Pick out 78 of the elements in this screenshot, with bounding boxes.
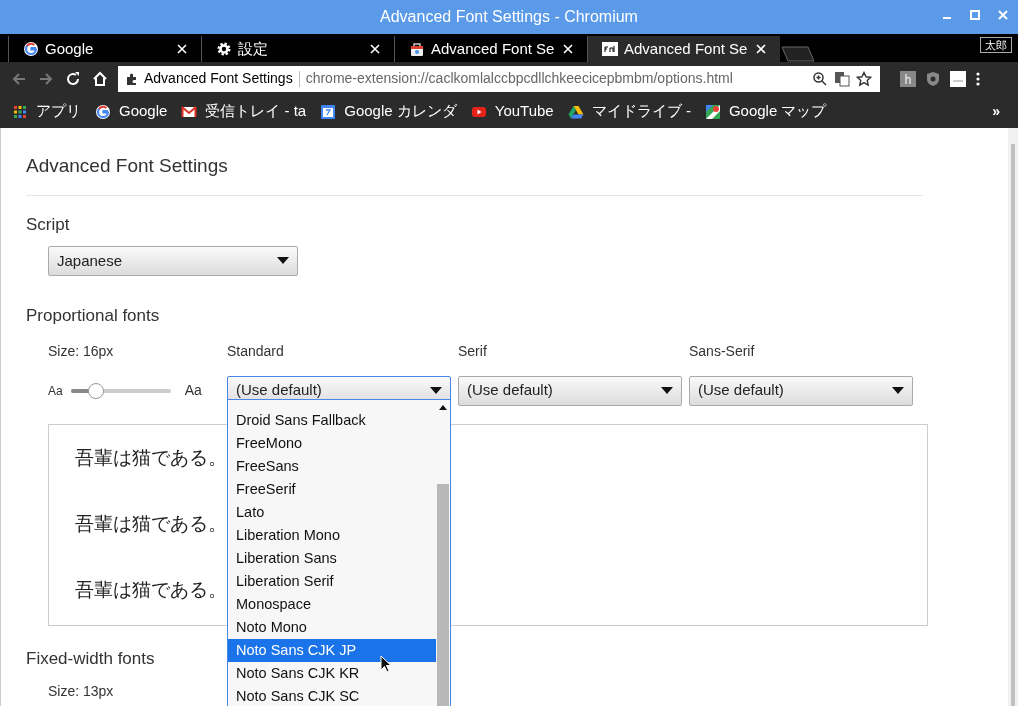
size-label: Size: 13px: [48, 682, 114, 701]
profile-badge[interactable]: 太郎: [980, 37, 1012, 53]
address-bar[interactable]: Advanced Font Settings chrome-extension://caclkomlalccbpcdllchkeecicepbmbm/options.html: [118, 65, 880, 92]
dropdown-option[interactable]: Liberation Mono: [228, 524, 436, 547]
section-heading: Proportional fonts: [26, 305, 160, 327]
shield-icon[interactable]: [925, 70, 941, 87]
more-bookmarks-button[interactable]: »: [992, 101, 1000, 122]
dropdown-option[interactable]: Liberation Sans: [228, 547, 436, 570]
bookmark-link[interactable]: Google: [95, 100, 168, 123]
puzzle-piece-icon: [126, 72, 138, 85]
preview-text: 吾輩は猫である。: [75, 446, 227, 469]
gear-icon: [216, 41, 232, 57]
dropdown-option[interactable]: Droid Sans Fallback: [228, 409, 436, 432]
url-text: chrome-extension://caclkomlalccbpcdllchkeecicepbmbm/options.html: [305, 69, 734, 88]
close-icon[interactable]: [563, 44, 573, 54]
map-pin-icon: [704, 103, 721, 120]
dropdown-option[interactable]: Noto Sans CJK SC: [228, 685, 436, 706]
browser-tab[interactable]: Advanced Font Se: [587, 36, 780, 62]
dropdown[interactable]: (Use default): [458, 375, 682, 406]
google-icon: [23, 41, 39, 57]
dropdown[interactable]: Japanese: [48, 246, 298, 276]
preview-text: 吾輩は猫である。: [75, 512, 227, 535]
preview-text: 吾輩は猫である。: [75, 578, 227, 601]
star-icon[interactable]: [856, 70, 872, 87]
window-title: Advanced Font Settings - Chromium: [380, 7, 638, 27]
close-icon[interactable]: [177, 44, 187, 54]
column-label: Sans-Serif: [689, 341, 756, 361]
font-logo-icon: [602, 41, 618, 57]
column-label: Standard: [227, 341, 285, 361]
new-tab-icon[interactable]: [780, 46, 816, 62]
envelope-icon: [181, 103, 198, 120]
reload-icon[interactable]: [64, 69, 82, 88]
bookmark-link[interactable]: 受信トレイ - ta: [181, 100, 307, 123]
menu-icon[interactable]: [975, 70, 981, 87]
page-heading: Advanced Font Settings: [26, 152, 923, 196]
close-icon[interactable]: [370, 44, 380, 54]
dropdown-option[interactable]: Noto Sans CJK JP: [228, 639, 436, 662]
dropdown[interactable]: (Use default): [689, 375, 913, 406]
dropdown-arrow-icon: [430, 386, 442, 395]
dropdown-option[interactable]: Monospace: [228, 593, 436, 616]
slider[interactable]: [70, 382, 171, 399]
triangle-drive-icon: [567, 103, 584, 120]
shopping-bag-icon: [409, 41, 425, 57]
bookmark-link[interactable]: アプリ: [12, 100, 81, 123]
dropdown-option[interactable]: FreeSans: [228, 455, 436, 478]
calendar-icon: [320, 103, 337, 120]
small-sample-text: Aa: [48, 382, 63, 400]
slider-thumb[interactable]: [87, 382, 104, 399]
close-icon[interactable]: [756, 44, 766, 54]
dropdown-option[interactable]: Liberation Serif: [228, 570, 436, 593]
maximize-icon[interactable]: [968, 8, 982, 22]
section-heading: Fixed-width fonts: [26, 647, 155, 670]
bookmark-link[interactable]: Google カレンダ: [320, 100, 457, 123]
font-extension-icon[interactable]: [950, 70, 966, 87]
bookmark-link[interactable]: マイドライブ -: [567, 100, 691, 123]
dropdown-option[interactable]: Noto Sans CJK KR: [228, 662, 436, 685]
page-title: Advanced Font Settings: [144, 69, 293, 88]
scrollbar[interactable]: [1008, 128, 1018, 706]
dropdown-arrow-icon: [661, 386, 673, 395]
dropdown-option[interactable]: FreeMono: [228, 432, 436, 455]
dropdown-arrow-icon: [892, 386, 904, 395]
mouse-pointer-icon: [380, 655, 392, 673]
dropdown-option[interactable]: Noto Mono: [228, 616, 436, 639]
size-label: Size: 16px: [48, 341, 115, 361]
large-sample-text: Aa: [184, 381, 202, 400]
column-label: Serif: [458, 341, 488, 361]
dropdown-option[interactable]: Lato: [228, 501, 436, 524]
apps-grid-icon: [12, 103, 28, 120]
home-icon[interactable]: [91, 69, 109, 88]
bookmark-link[interactable]: YouTube: [470, 100, 554, 123]
translate-icon[interactable]: [834, 70, 850, 87]
dropdown-arrow-icon: [277, 257, 289, 265]
section-heading: Script: [26, 213, 70, 236]
zoom-icon[interactable]: [812, 70, 828, 87]
dropdown-option[interactable]: FreeSerif: [228, 478, 436, 501]
bookmark-link[interactable]: Google マップ: [704, 100, 827, 123]
h-extension-icon[interactable]: [900, 70, 916, 87]
google-icon: [95, 103, 111, 120]
